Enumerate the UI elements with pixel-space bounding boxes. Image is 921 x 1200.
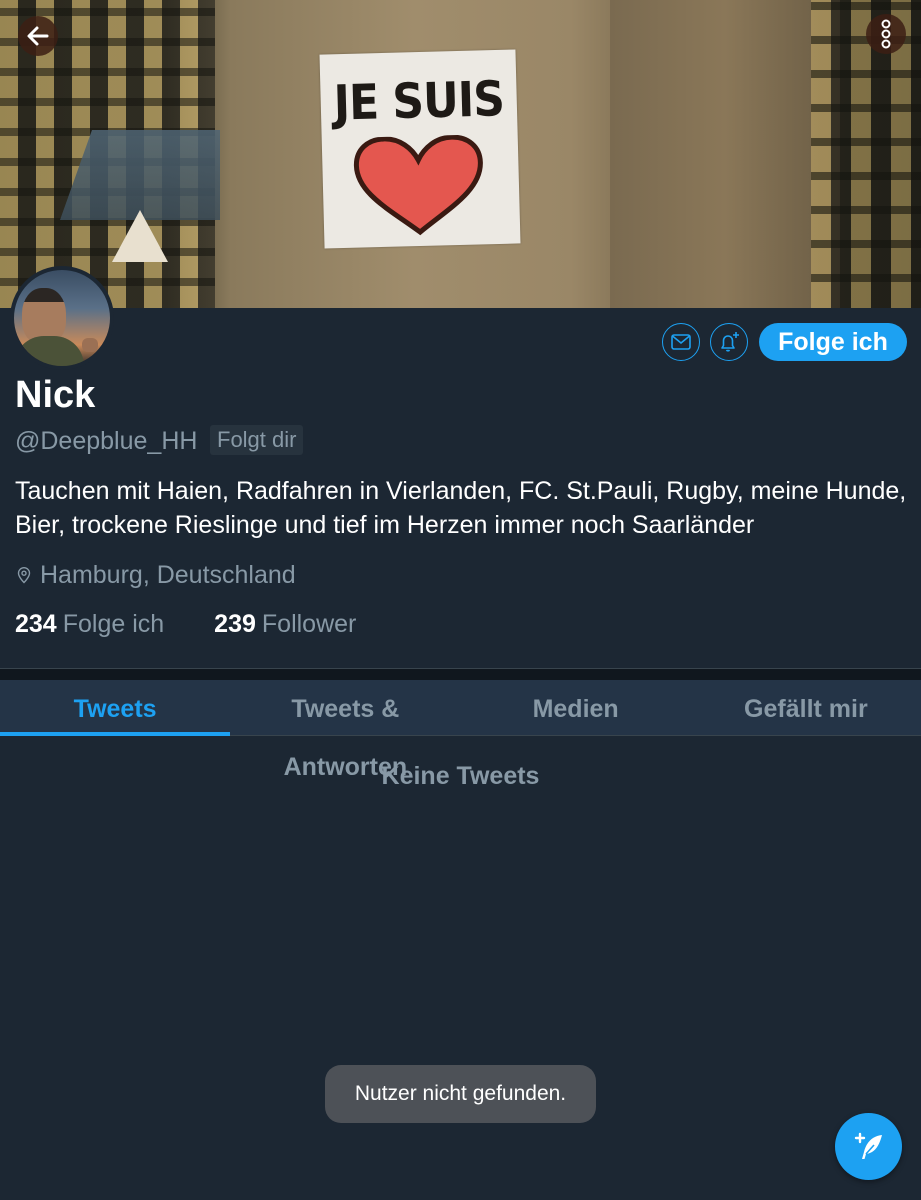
bell-plus-icon [721, 332, 739, 352]
envelope-icon [671, 334, 691, 350]
banner-building-right [811, 0, 921, 308]
arrow-left-icon [27, 26, 49, 46]
location-pin-icon [17, 567, 31, 584]
toast-notification: Nutzer nicht gefunden. [325, 1065, 596, 1123]
profile-location: Hamburg, Deutschland [15, 558, 296, 592]
tab-tweets[interactable]: Tweets [0, 680, 231, 736]
profile-stats: 234 Folge ich 239 Follower [15, 607, 406, 641]
more-options-button[interactable] [866, 14, 906, 54]
tab-media[interactable]: Medien [461, 680, 691, 735]
compose-feather-icon [854, 1132, 882, 1159]
followers-stat[interactable]: 239 Follower [214, 607, 356, 641]
avatar-hand [82, 338, 98, 352]
header-banner-image: JE SUIS [0, 0, 921, 308]
following-stat[interactable]: 234 Folge ich [15, 607, 164, 641]
avatar-body [14, 336, 84, 366]
heart-icon [353, 134, 483, 236]
banner-pillar [610, 0, 840, 308]
tab-tweets-and-replies[interactable]: Tweets & Antworten [230, 680, 460, 781]
banner-poster: JE SUIS [319, 49, 521, 249]
following-button[interactable]: Folge ich [759, 323, 907, 361]
tab-likes[interactable]: Gefällt mir [691, 680, 921, 735]
following-count: 234 [15, 610, 57, 638]
vertical-dots-icon [881, 19, 891, 49]
followers-count: 239 [214, 610, 256, 638]
profile-name: Nick [15, 374, 96, 416]
direct-message-button[interactable] [662, 323, 700, 361]
follows-you-badge: Folgt dir [210, 425, 304, 455]
location-text: Hamburg, Deutschland [40, 561, 296, 589]
back-button[interactable] [18, 16, 58, 56]
profile-avatar[interactable] [10, 266, 114, 370]
followers-label: Follower [261, 610, 357, 638]
profile-bio: Tauchen mit Haien, Radfahren in Vierland… [15, 477, 907, 539]
empty-state-message: Keine Tweets [381, 762, 540, 790]
profile-tabs: Tweets Tweets & Antworten Medien Gefällt… [0, 680, 921, 781]
poster-text: JE SUIS [332, 71, 505, 132]
following-label: Folge ich [62, 610, 165, 638]
notifications-button[interactable] [710, 323, 748, 361]
compose-tweet-button[interactable] [835, 1113, 902, 1180]
profile-handle: @Deepblue_HH [15, 427, 198, 455]
section-divider [0, 668, 921, 680]
